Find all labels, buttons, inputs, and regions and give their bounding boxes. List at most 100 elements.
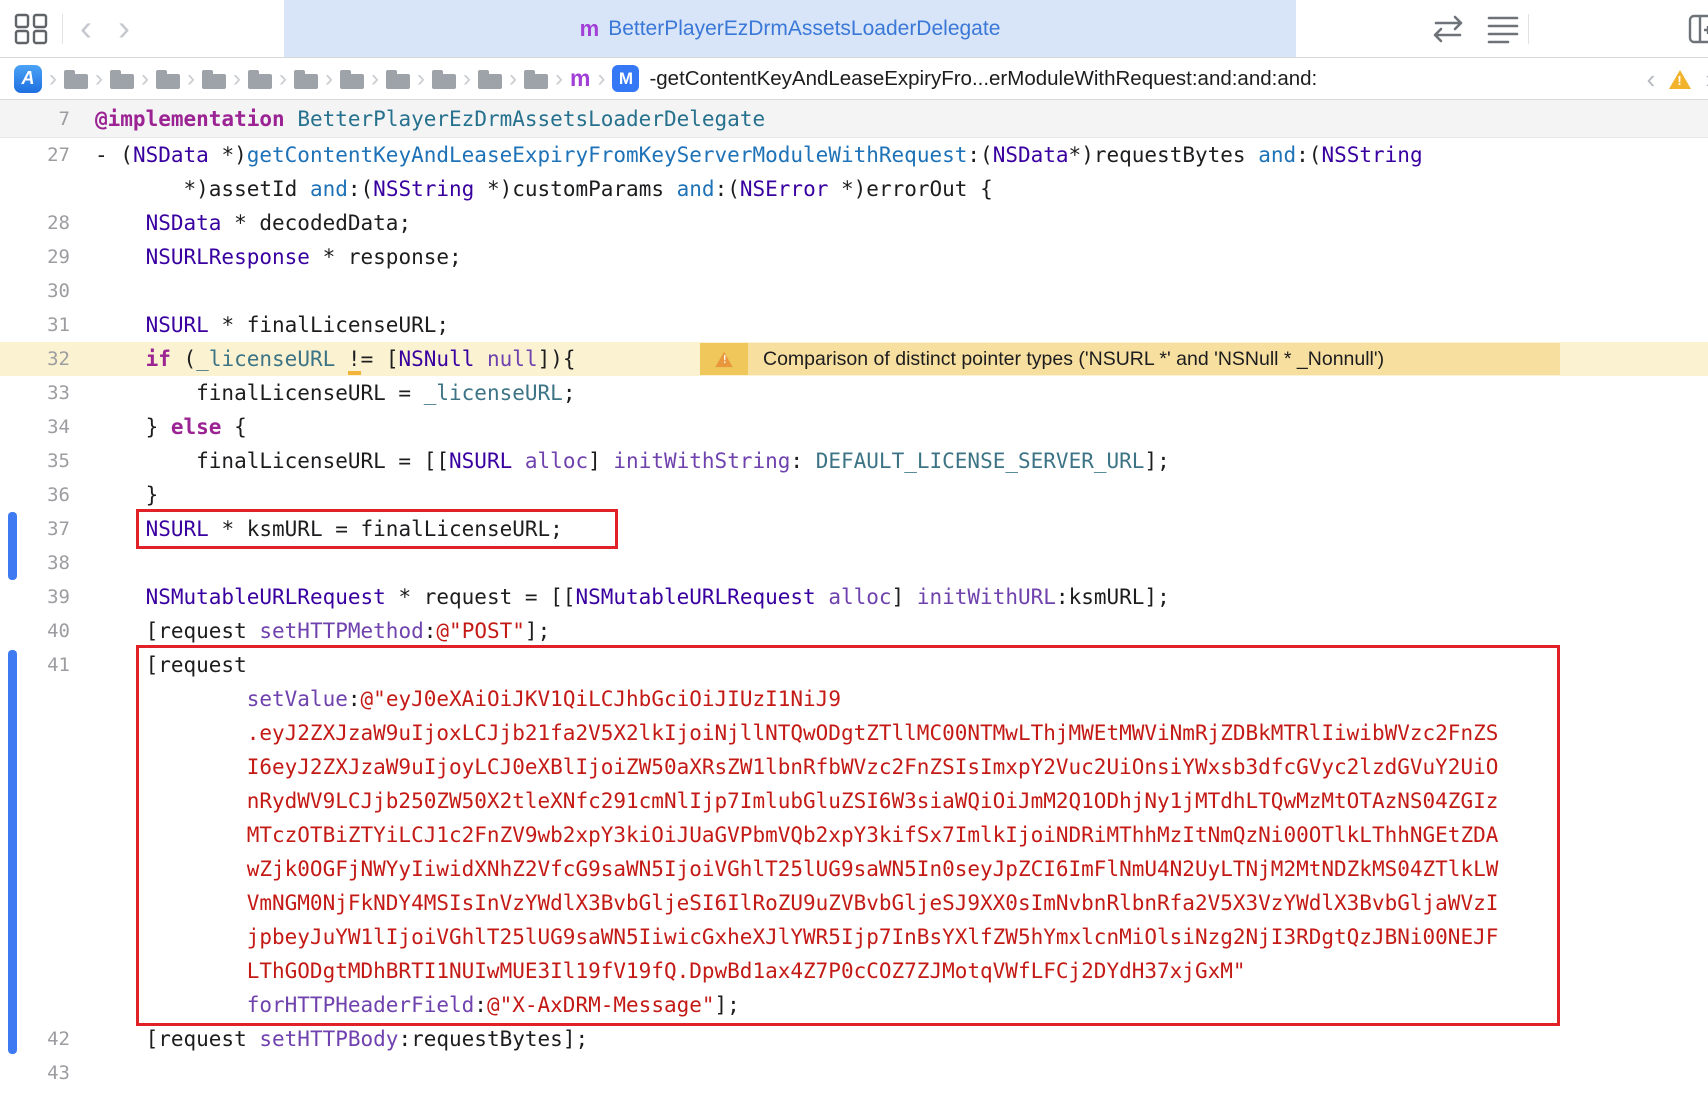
line-number[interactable]: 27 bbox=[0, 138, 70, 172]
chevron-right-icon: › bbox=[410, 65, 432, 92]
code-text: NSURLResponse * response; bbox=[70, 240, 462, 274]
code-line[interactable]: 38 bbox=[0, 546, 1708, 580]
add-editor-icon[interactable] bbox=[1688, 14, 1708, 49]
code-token: - ( bbox=[95, 143, 133, 167]
code-line[interactable]: 34 } else { bbox=[0, 410, 1708, 444]
folder-icon[interactable] bbox=[248, 74, 272, 89]
folder-icon[interactable] bbox=[110, 74, 134, 89]
code-text: [request setHTTPBody:requestBytes]; bbox=[70, 1022, 588, 1056]
minimap-lines-icon[interactable] bbox=[1486, 14, 1520, 49]
code-line[interactable]: 28 NSData * decodedData; bbox=[0, 206, 1708, 240]
line-number[interactable] bbox=[0, 172, 70, 206]
breadcrumb-method-name[interactable]: -getContentKeyAndLeaseExpiryFro...erModu… bbox=[649, 67, 1317, 91]
code-token: : bbox=[790, 449, 815, 473]
line-number[interactable]: 36 bbox=[0, 478, 70, 512]
code-token: and bbox=[1258, 143, 1296, 167]
line-number[interactable]: 28 bbox=[0, 206, 70, 240]
code-text: NSData * decodedData; bbox=[70, 206, 411, 240]
objc-file-crumb[interactable]: m bbox=[570, 65, 590, 92]
code-line[interactable]: 33 finalLicenseURL = _licenseURL; bbox=[0, 376, 1708, 410]
code-line[interactable]: 36 } bbox=[0, 478, 1708, 512]
code-line[interactable]: 40 [request setHTTPMethod:@"POST"]; bbox=[0, 614, 1708, 648]
tab-overview-icon[interactable] bbox=[14, 13, 48, 50]
warning-banner[interactable]: Comparison of distinct pointer types ('N… bbox=[700, 343, 1560, 375]
code-token: NSString bbox=[1321, 143, 1422, 167]
code-token: NSURL bbox=[449, 449, 512, 473]
code-review-icon[interactable] bbox=[1430, 14, 1466, 49]
change-bar[interactable] bbox=[8, 512, 17, 580]
code-token: * response; bbox=[310, 245, 462, 269]
chevron-right-icon: › bbox=[272, 65, 294, 92]
chevron-right-icon: › bbox=[226, 65, 248, 92]
code-line[interactable]: 7 @implementation BetterPlayerEzDrmAssets… bbox=[0, 100, 1708, 138]
line-number[interactable]: 33 bbox=[0, 376, 70, 410]
code-token: initWithURL bbox=[917, 585, 1056, 609]
folder-icon[interactable] bbox=[64, 74, 88, 89]
line-number[interactable]: 40 bbox=[0, 614, 70, 648]
code-text: [request setHTTPMethod:@"POST"]; bbox=[70, 614, 550, 648]
line-number[interactable]: 34 bbox=[0, 410, 70, 444]
code-text: NSMutableURLRequest * request = [[NSMuta… bbox=[70, 580, 1170, 614]
code-line[interactable]: *)assetId and:(NSString *)customParams a… bbox=[0, 172, 1708, 206]
chevron-right-icon: › bbox=[318, 65, 340, 92]
code-token: * decodedData; bbox=[221, 211, 411, 235]
method-symbol-icon: M bbox=[612, 65, 639, 92]
code-line[interactable]: 39 NSMutableURLRequest * request = [[NSM… bbox=[0, 580, 1708, 614]
line-number[interactable]: 43 bbox=[0, 1056, 70, 1090]
code-token: [request bbox=[95, 1027, 259, 1051]
code-line[interactable]: 31 NSURL * finalLicenseURL; bbox=[0, 308, 1708, 342]
code-line[interactable]: 27- (NSData *)getContentKeyAndLeaseExpir… bbox=[0, 138, 1708, 172]
code-token: :( bbox=[715, 177, 740, 201]
code-line[interactable]: 29 NSURLResponse * response; bbox=[0, 240, 1708, 274]
navigate-back-button[interactable]: ‹ bbox=[80, 2, 92, 54]
folder-icon[interactable] bbox=[202, 74, 226, 89]
code-token: ; bbox=[563, 381, 576, 405]
warning-triangle-icon[interactable] bbox=[1669, 70, 1691, 89]
line-number[interactable]: 29 bbox=[0, 240, 70, 274]
code-token bbox=[95, 347, 146, 371]
line-number[interactable]: 7 bbox=[0, 100, 70, 137]
code-line[interactable]: 30 bbox=[0, 274, 1708, 308]
annotation-box-line-37 bbox=[136, 509, 618, 549]
navigate-forward-button[interactable]: › bbox=[118, 2, 130, 54]
folder-icon[interactable] bbox=[294, 74, 318, 89]
folder-icon[interactable] bbox=[524, 74, 548, 89]
previous-issue-button[interactable]: ‹ bbox=[1647, 64, 1656, 95]
line-number[interactable]: 39 bbox=[0, 580, 70, 614]
code-text: finalLicenseURL = _licenseURL; bbox=[70, 376, 575, 410]
code-token: _licenseURL bbox=[424, 381, 563, 405]
code-line[interactable]: 43 bbox=[0, 1056, 1708, 1090]
warning-triangle-icon bbox=[715, 351, 733, 366]
chevron-right-icon: › bbox=[42, 65, 64, 92]
issue-navigation: ‹ › bbox=[1647, 58, 1708, 100]
change-bar[interactable] bbox=[8, 650, 17, 1054]
breadcrumb: A ››››››››››› › m › M -getContentKeyAndL… bbox=[0, 58, 1708, 100]
tab-file[interactable]: m BetterPlayerEzDrmAssetsLoaderDelegate bbox=[284, 0, 1296, 57]
code-text: } else { bbox=[70, 410, 247, 444]
code-token: if bbox=[146, 347, 171, 371]
folder-icon[interactable] bbox=[156, 74, 180, 89]
folder-icon[interactable] bbox=[478, 74, 502, 89]
code-token: BetterPlayerEzDrmAssetsLoaderDelegate bbox=[297, 107, 765, 131]
line-number[interactable]: 32 bbox=[0, 342, 70, 376]
chevron-right-icon: › bbox=[180, 65, 202, 92]
folder-icon[interactable] bbox=[340, 74, 364, 89]
line-number[interactable]: 31 bbox=[0, 308, 70, 342]
code-token: [request bbox=[95, 619, 259, 643]
code-text bbox=[70, 1056, 95, 1090]
code-token: :( bbox=[1296, 143, 1321, 167]
code-editor[interactable]: 7 @implementation BetterPlayerEzDrmAssets… bbox=[0, 100, 1708, 1098]
code-token bbox=[95, 313, 146, 337]
code-token: @implementation bbox=[95, 107, 285, 131]
folder-icon[interactable] bbox=[432, 74, 456, 89]
code-line[interactable]: 42 [request setHTTPBody:requestBytes]; bbox=[0, 1022, 1708, 1056]
code-token: @"POST" bbox=[436, 619, 525, 643]
folder-icon[interactable] bbox=[386, 74, 410, 89]
app-target-icon[interactable]: A bbox=[14, 65, 42, 93]
code-text: finalLicenseURL = [[NSURL alloc] initWit… bbox=[70, 444, 1170, 478]
line-number[interactable]: 30 bbox=[0, 274, 70, 308]
code-line[interactable]: 35 finalLicenseURL = [[NSURL alloc] init… bbox=[0, 444, 1708, 478]
line-number[interactable]: 35 bbox=[0, 444, 70, 478]
code-token: *)requestBytes bbox=[1069, 143, 1259, 167]
code-token bbox=[95, 245, 146, 269]
